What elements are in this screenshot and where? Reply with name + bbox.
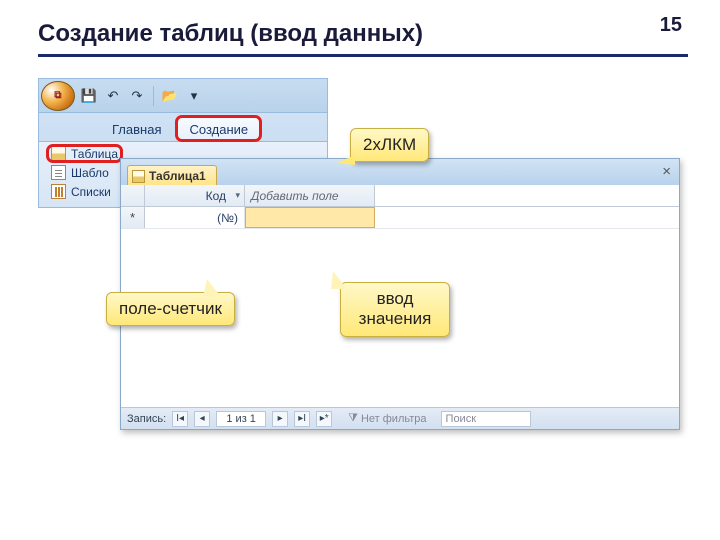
select-all-corner[interactable] <box>121 185 145 206</box>
new-record-row[interactable]: * (№) <box>121 207 679 229</box>
callout-input-value: ввод значения <box>340 282 450 337</box>
table-icon <box>51 146 66 161</box>
filter-label: Нет фильтра <box>361 413 427 425</box>
table-icon <box>132 170 145 183</box>
record-navigator: Запись: I◂ ◂ 1 из 1 ▸ ▸I ▸* ⧩ Нет фильтр… <box>121 407 679 429</box>
cell-id-new: (№) <box>145 207 245 228</box>
close-icon[interactable]: × <box>662 163 671 180</box>
callout-text: ввод значения <box>359 289 432 328</box>
datasheet-tab-label: Таблица1 <box>149 169 206 183</box>
quick-access-toolbar: ⧉ 💾 ↶ ↷ 📂 ▾ <box>39 79 327 113</box>
ribbon-button-label: Шабло <box>71 166 109 180</box>
ribbon-button-lists[interactable]: Списки <box>47 183 115 200</box>
column-header-id[interactable]: Код ▾ <box>145 185 245 206</box>
redo-icon[interactable]: ↷ <box>127 86 147 106</box>
save-icon[interactable]: 💾 <box>79 86 99 106</box>
slide-number: 15 <box>660 14 682 37</box>
nav-next-icon[interactable]: ▸ <box>272 411 288 427</box>
chevron-down-icon[interactable]: ▾ <box>235 190 240 201</box>
column-header-row: Код ▾ Добавить поле <box>121 185 679 207</box>
title-rule <box>38 54 688 57</box>
tab-create[interactable]: Создание <box>176 116 261 141</box>
list-icon <box>51 184 66 199</box>
column-header-label: Код <box>206 189 226 203</box>
callout-doubleclick: 2хЛКМ <box>350 128 429 162</box>
nav-first-icon[interactable]: I◂ <box>172 411 188 427</box>
filter-status[interactable]: ⧩ Нет фильтра <box>348 412 426 425</box>
tab-home[interactable]: Главная <box>99 116 174 141</box>
record-label: Запись: <box>127 413 166 425</box>
ribbon-button-label: Таблица <box>71 147 118 161</box>
ribbon-button-templates[interactable]: Шабло <box>47 164 113 181</box>
callout-tail <box>337 155 355 165</box>
callout-counter-field: поле-счетчик <box>106 292 235 326</box>
ribbon-tabs: Главная Создание <box>39 113 327 141</box>
open-folder-icon[interactable]: 📂 <box>160 86 180 106</box>
callout-text: 2хЛКМ <box>363 135 416 154</box>
nav-prev-icon[interactable]: ◂ <box>194 411 210 427</box>
column-header-label: Добавить поле <box>251 189 339 203</box>
record-position[interactable]: 1 из 1 <box>216 411 266 427</box>
column-header-add-field[interactable]: Добавить поле <box>245 185 375 206</box>
ribbon-button-table[interactable]: Таблица <box>47 145 122 162</box>
row-selector-new[interactable]: * <box>121 207 145 228</box>
nav-last-icon[interactable]: ▸I <box>294 411 310 427</box>
separator <box>153 86 154 106</box>
undo-icon[interactable]: ↶ <box>103 86 123 106</box>
funnel-icon: ⧩ <box>348 412 358 425</box>
qat-dropdown-icon[interactable]: ▾ <box>184 86 204 106</box>
slide-title: Создание таблиц (ввод данных) <box>38 20 423 48</box>
nav-new-icon[interactable]: ▸* <box>316 411 332 427</box>
callout-tail <box>331 271 347 289</box>
ribbon-button-label: Списки <box>71 185 111 199</box>
cell-value-input[interactable] <box>245 207 375 228</box>
office-button[interactable]: ⧉ <box>41 81 75 111</box>
callout-tail <box>203 279 221 297</box>
search-input[interactable]: Поиск <box>441 411 531 427</box>
datasheet-tab[interactable]: Таблица1 <box>127 165 217 185</box>
template-icon <box>51 165 66 180</box>
callout-text: поле-счетчик <box>119 299 222 318</box>
datasheet-tabbar: Таблица1 × <box>121 159 679 185</box>
